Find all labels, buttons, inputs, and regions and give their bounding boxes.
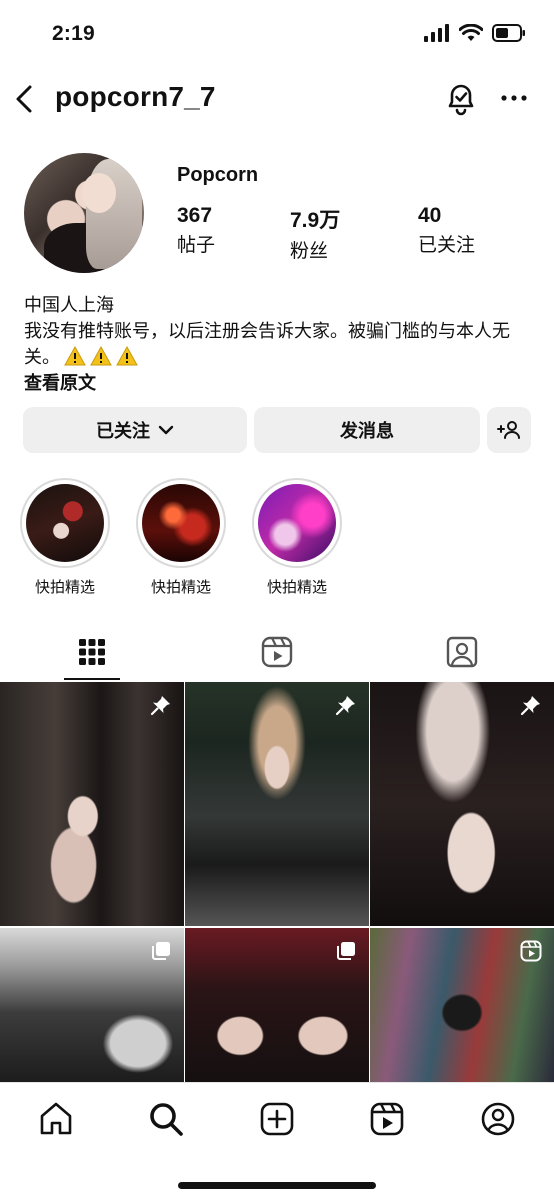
message-button[interactable]: 发消息 <box>254 407 480 453</box>
highlight-label: 快拍精选 <box>34 578 95 596</box>
highlight-ring <box>252 478 342 568</box>
highlight-item[interactable]: 快拍精选 <box>251 478 343 597</box>
nav-home[interactable] <box>36 1099 76 1139</box>
warning-icon <box>90 346 112 366</box>
avatar-face <box>82 173 116 213</box>
following-label: 已关注 <box>96 421 150 442</box>
stat-following[interactable]: 40 已关注 <box>418 204 475 257</box>
profile-tabs <box>0 622 554 682</box>
post-thumbnail[interactable] <box>0 682 184 926</box>
post-thumbnail[interactable] <box>185 928 369 1082</box>
highlight-cover <box>26 484 104 562</box>
post-thumbnail[interactable] <box>370 682 554 926</box>
nav-reels[interactable] <box>367 1099 407 1139</box>
chevron-left-icon <box>16 85 32 113</box>
back-button[interactable] <box>10 82 40 116</box>
stat-followers-label: 粉丝 <box>290 241 329 262</box>
notifications-button[interactable] <box>444 80 478 116</box>
profile-avatar[interactable] <box>24 153 144 273</box>
stat-following-label: 已关注 <box>418 235 476 256</box>
more-dots-icon <box>501 95 527 101</box>
profile-header: popcorn7_7 <box>0 74 554 124</box>
tagged-person-icon <box>446 636 478 668</box>
tab-reels[interactable] <box>185 622 369 682</box>
stat-posts-label: 帖子 <box>177 235 216 256</box>
see-original-link[interactable]: 查看原文 <box>24 371 534 397</box>
reels-icon <box>520 940 542 962</box>
highlight-cover <box>142 484 220 562</box>
pin-icon <box>520 696 540 716</box>
highlight-label: 快拍精选 <box>266 578 327 596</box>
bio-line-2: 我没有推特账号，以后注册会告诉大家。被骗门槛的与本人无关。 <box>24 319 534 371</box>
more-options-button[interactable] <box>500 86 528 110</box>
bio: 中国人上海 我没有推特账号，以后注册会告诉大家。被骗门槛的与本人无关。 查看原文 <box>24 293 534 397</box>
reels-icon <box>370 1102 404 1136</box>
nav-create[interactable] <box>257 1099 297 1139</box>
carousel-icon <box>337 942 355 960</box>
post-thumbnail[interactable] <box>185 682 369 926</box>
warning-icon <box>64 346 86 366</box>
carousel-icon <box>152 942 170 960</box>
post-thumbnail[interactable] <box>370 928 554 1082</box>
highlight-item[interactable]: 快拍精选 <box>135 478 227 597</box>
following-button[interactable]: 已关注 <box>23 407 247 453</box>
highlight-cover <box>258 484 336 562</box>
stat-followers-value: 7.9万 <box>290 209 341 232</box>
status-time: 2:19 <box>52 22 95 45</box>
pin-icon <box>335 696 355 716</box>
highlight-ring <box>136 478 226 568</box>
tab-posts-grid[interactable] <box>0 622 184 682</box>
bio-line-1: 中国人上海 <box>24 295 114 316</box>
warning-icon <box>116 346 138 366</box>
stat-followers[interactable]: 7.9万 粉丝 <box>290 204 340 263</box>
signal-icon <box>424 24 449 42</box>
pin-icon <box>150 696 170 716</box>
add-person-icon <box>497 421 520 439</box>
display-name: Popcorn <box>177 164 259 186</box>
create-post-icon <box>260 1102 294 1136</box>
suggest-people-button[interactable] <box>487 407 531 453</box>
highlight-ring <box>20 478 110 568</box>
reels-icon <box>261 636 293 668</box>
message-label: 发消息 <box>340 421 394 442</box>
home-indicator <box>178 1182 376 1189</box>
posts-grid <box>0 682 554 1082</box>
search-icon <box>150 1103 183 1136</box>
highlight-label: 快拍精选 <box>150 578 211 596</box>
battery-icon <box>492 24 525 42</box>
tab-tagged[interactable] <box>370 622 554 682</box>
profile-icon <box>481 1102 515 1136</box>
stat-following-value: 40 <box>418 204 442 227</box>
home-icon <box>40 1102 72 1135</box>
nav-profile[interactable] <box>478 1099 518 1139</box>
stat-posts-value: 367 <box>177 204 213 227</box>
username: popcorn7_7 <box>55 81 216 112</box>
status-bar: 2:19 <box>0 0 554 70</box>
active-tab-indicator <box>64 678 120 680</box>
status-icons <box>424 24 526 42</box>
grid-icon <box>79 639 105 665</box>
highlight-item[interactable]: 快拍精选 <box>19 478 111 597</box>
chevron-down-icon <box>158 425 174 435</box>
stat-posts[interactable]: 367 帖子 <box>177 204 215 257</box>
nav-search[interactable] <box>146 1099 186 1139</box>
wifi-icon <box>459 24 483 41</box>
post-thumbnail[interactable] <box>0 928 184 1082</box>
bell-check-icon <box>448 84 474 116</box>
